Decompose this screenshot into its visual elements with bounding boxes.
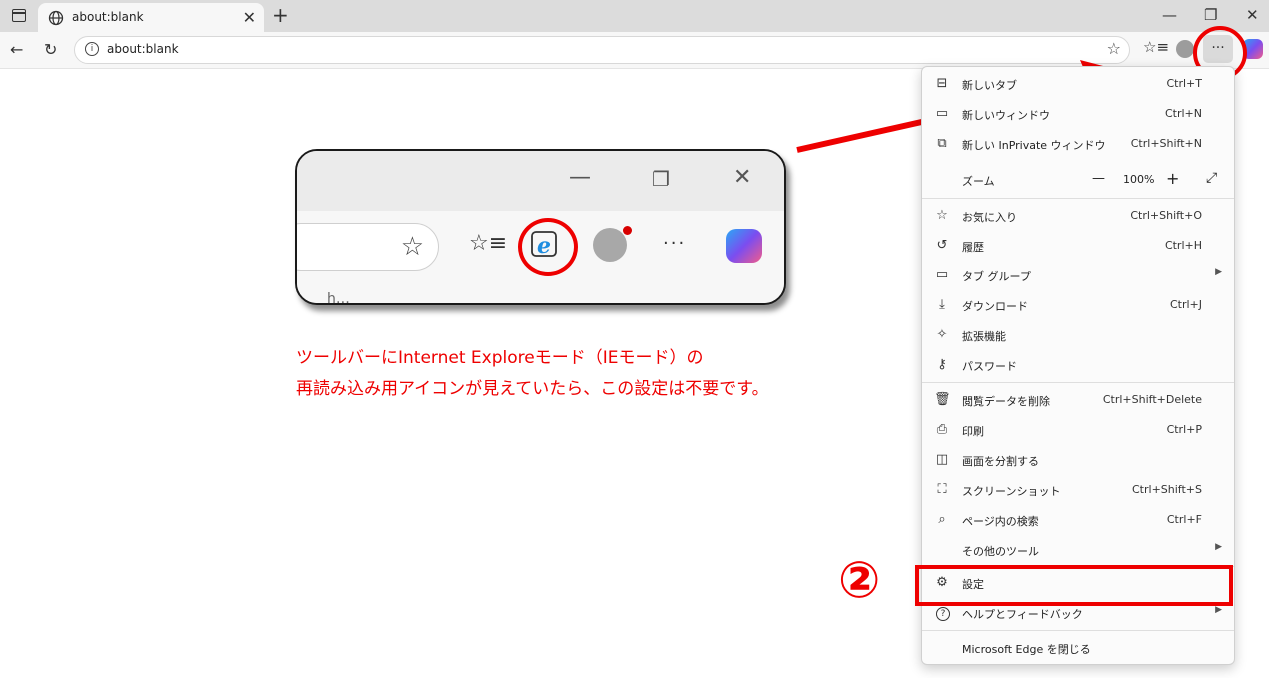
menu-item-clear-browsing-data[interactable]: 🗑 閲覧データを削除 Ctrl+Shift+Delete	[922, 386, 1234, 414]
menu-item-label: 画面を分割する	[962, 455, 1039, 468]
new-tab-icon: ⊟	[936, 76, 948, 91]
menu-item-label: その他のツール	[962, 545, 1039, 558]
annotation-box-settings	[915, 565, 1233, 606]
inset-favorites-icon: ☆≡	[469, 231, 508, 256]
menu-item-label: Microsoft Edge を閉じる	[962, 643, 1091, 656]
menu-item-shortcut: Ctrl+H	[1164, 239, 1202, 252]
menu-item-label: 新しい InPrivate ウィンドウ	[962, 139, 1106, 152]
menu-item-screenshot[interactable]: ⛶ スクリーンショット Ctrl+Shift+S	[922, 476, 1234, 504]
caption-line-1: ツールバーにInternet Exploreモード（IEモード）の	[296, 348, 704, 368]
menu-item-label: ページ内の検索	[962, 515, 1039, 528]
download-icon: ⤓	[939, 297, 945, 312]
annotation-circle-ie-icon	[518, 218, 578, 276]
password-icon: ⚷	[937, 357, 947, 372]
menu-item-find-on-page[interactable]: ⌕ ページ内の検索 Ctrl+F	[922, 506, 1234, 534]
menu-item-label: 閲覧データを削除	[962, 395, 1050, 408]
menu-item-label: パスワード	[962, 360, 1017, 373]
favorites-icon: ☆	[936, 208, 948, 223]
inset-cut-text: h…	[327, 291, 350, 305]
menu-item-label: 拡張機能	[962, 330, 1006, 343]
menu-item-label: ダウンロード	[962, 300, 1028, 313]
delete-icon: 🗑	[934, 392, 951, 407]
menu-item-label: ヘルプとフィードバック	[962, 608, 1083, 621]
menu-item-shortcut: Ctrl+J	[1169, 298, 1202, 311]
chevron-right-icon: ▶	[1215, 267, 1222, 277]
menu-item-label: スクリーンショット	[962, 485, 1061, 498]
menu-item-new-tab[interactable]: ⊟ 新しいタブ Ctrl+T	[922, 70, 1234, 98]
inset-notification-dot	[623, 226, 632, 235]
extensions-icon: ✧	[936, 327, 948, 342]
menu-item-label: 履歴	[962, 241, 984, 254]
menu-item-tab-groups[interactable]: ▭ タブ グループ ▶	[922, 261, 1234, 289]
history-icon: ↺	[936, 238, 948, 253]
inset-close-icon: ✕	[733, 165, 752, 190]
menu-item-shortcut: Ctrl+N	[1164, 107, 1202, 120]
tab-group-icon: ▭	[935, 267, 949, 282]
menu-item-shortcut: Ctrl+Shift+N	[1130, 137, 1202, 150]
caption-line-2: 再読み込み用アイコンが見えていたら、この設定は不要です。	[296, 379, 769, 399]
zoom-in-button[interactable]: +	[1166, 169, 1179, 188]
menu-item-downloads[interactable]: ⤓ ダウンロード Ctrl+J	[922, 291, 1234, 319]
menu-item-shortcut: Ctrl+T	[1166, 77, 1202, 90]
inset-more-icon: ···	[663, 233, 687, 254]
menu-item-shortcut: Ctrl+Shift+S	[1132, 483, 1202, 496]
inset-copilot-icon	[726, 229, 762, 263]
menu-item-shortcut: Ctrl+F	[1166, 513, 1202, 526]
new-window-icon: ▭	[935, 106, 949, 121]
menu-separator	[922, 198, 1234, 199]
help-icon: ?	[936, 607, 950, 621]
menu-separator	[922, 382, 1234, 383]
chevron-right-icon: ▶	[1215, 542, 1222, 552]
menu-item-new-window[interactable]: ▭ 新しいウィンドウ Ctrl+N	[922, 100, 1234, 128]
split-screen-icon: ◫	[935, 452, 949, 467]
inset-title-bar: — ❐ ✕	[297, 151, 784, 211]
menu-item-label: 新しいウィンドウ	[962, 109, 1050, 122]
find-icon: ⌕	[938, 512, 946, 527]
screenshot-icon: ⛶	[937, 482, 947, 497]
zoom-value: 100%	[1123, 173, 1155, 186]
inset-minimize-icon: —	[569, 165, 591, 190]
chevron-right-icon: ▶	[1215, 605, 1222, 615]
print-icon: ⎙	[936, 422, 948, 437]
menu-item-close-edge[interactable]: Microsoft Edge を閉じる	[922, 634, 1234, 662]
menu-item-shortcut: Ctrl+Shift+Delete	[1102, 393, 1202, 406]
menu-item-passwords[interactable]: ⚷ パスワード	[922, 351, 1234, 379]
menu-item-label: ズーム	[962, 175, 995, 188]
menu-item-history[interactable]: ↺ 履歴 Ctrl+H	[922, 232, 1234, 260]
annotation-step-2: ②	[838, 551, 881, 609]
zoom-out-button[interactable]: —	[1092, 171, 1105, 186]
menu-separator	[922, 630, 1234, 631]
inset-restore-icon: ❐	[652, 167, 670, 191]
inset-address-bar: ☆	[297, 223, 439, 271]
menu-item-print[interactable]: ⎙ 印刷 Ctrl+P	[922, 416, 1234, 444]
menu-item-extensions[interactable]: ✧ 拡張機能	[922, 321, 1234, 349]
inset-star-icon: ☆	[400, 232, 424, 262]
menu-item-label: お気に入り	[962, 211, 1017, 224]
menu-item-label: 新しいタブ	[962, 79, 1017, 92]
inset-profile-avatar	[593, 228, 627, 262]
menu-item-more-tools[interactable]: その他のツール ▶	[922, 536, 1234, 564]
menu-item-zoom: ズーム — 100% + ⤢	[922, 166, 1234, 194]
inprivate-icon: ⧉	[937, 136, 947, 151]
menu-item-label: タブ グループ	[962, 270, 1031, 283]
menu-item-new-inprivate-window[interactable]: ⧉ 新しい InPrivate ウィンドウ Ctrl+Shift+N	[922, 130, 1234, 158]
menu-item-shortcut: Ctrl+P	[1166, 423, 1202, 436]
menu-item-favorites[interactable]: ☆ お気に入り Ctrl+Shift+O	[922, 202, 1234, 230]
menu-item-label: 印刷	[962, 425, 984, 438]
menu-item-split-screen[interactable]: ◫ 画面を分割する	[922, 446, 1234, 474]
fullscreen-icon[interactable]: ⤢	[1206, 170, 1217, 186]
menu-item-shortcut: Ctrl+Shift+O	[1130, 209, 1202, 222]
